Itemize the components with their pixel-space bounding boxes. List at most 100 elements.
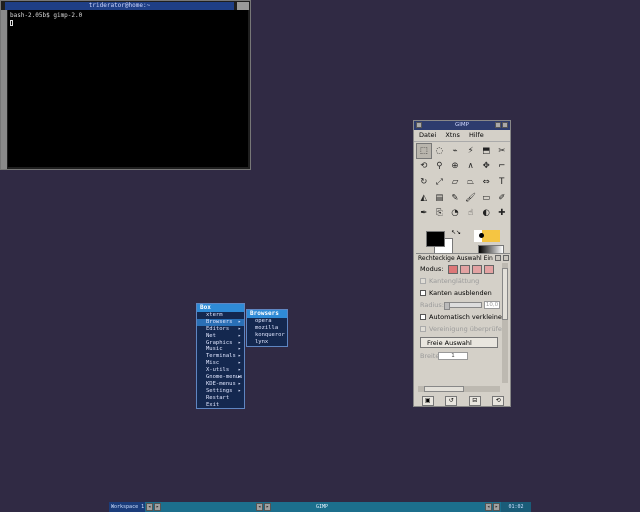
shear-icon[interactable]: ▱ — [447, 174, 463, 190]
paintbrush-icon[interactable]: 🖌 — [463, 190, 479, 206]
color-select-icon[interactable]: ⬒ — [478, 143, 494, 159]
menu-item-browsers[interactable]: Browsers ▸ — [197, 318, 244, 326]
blend-icon[interactable]: ▤ — [432, 190, 448, 206]
menu-item-settings[interactable]: Settings ▸ — [197, 388, 244, 395]
scale-icon[interactable]: ⤢ — [432, 174, 448, 190]
move-icon[interactable]: ✥ — [478, 159, 494, 175]
feather-checkbox[interactable] — [420, 290, 426, 296]
radius-spinbox[interactable]: 10,0 — [484, 301, 500, 309]
ink-icon[interactable]: ✒ — [416, 205, 432, 221]
menu-datei[interactable]: Datei — [419, 131, 436, 139]
scroll-thumb[interactable] — [424, 386, 464, 392]
next-workspace-icon[interactable]: ▸ — [154, 503, 161, 511]
rotate-icon[interactable]: ↻ — [416, 174, 432, 190]
menu-item-gnome-menus[interactable]: Gnome-menus ▸ — [197, 374, 244, 381]
menu-hilfe[interactable]: Hilfe — [469, 131, 484, 139]
mode-intersect-button[interactable] — [483, 264, 494, 274]
ellipse-select-icon[interactable]: ◌ — [432, 143, 448, 159]
brush-preview[interactable] — [479, 233, 484, 238]
window-menu-icon[interactable] — [416, 122, 422, 128]
next-task-icon[interactable]: ▸ — [264, 503, 271, 511]
submenu-item-lynx[interactable]: lynx — [247, 339, 287, 346]
measure-icon[interactable]: ∧ — [463, 159, 479, 175]
next-window-icon[interactable]: ▸ — [493, 503, 500, 511]
terminal-scrollbar[interactable] — [1, 10, 7, 169]
taskbar-task-gimp[interactable]: GIMP — [272, 502, 372, 512]
menu-item-exit[interactable]: Exit — [197, 402, 244, 409]
prev-workspace-icon[interactable]: ◂ — [146, 503, 153, 511]
swap-colors-icon[interactable]: ↖↘ — [451, 229, 461, 236]
submenu-item-konqueror[interactable]: konqueror — [247, 332, 287, 339]
mode-add-button[interactable] — [459, 264, 470, 274]
clone-icon[interactable]: ⎘ — [432, 205, 448, 221]
menu-item-label: Editors — [206, 325, 230, 332]
zoom-icon[interactable]: ⊕ — [447, 159, 463, 175]
color-picker-icon[interactable]: ⚲ — [432, 159, 448, 175]
heal-icon[interactable]: ✚ — [494, 205, 510, 221]
foreground-color-swatch[interactable] — [426, 231, 445, 247]
terminal-title: triderator@home:~ — [5, 2, 234, 10]
workspace-label[interactable]: Workspace 1 — [109, 502, 145, 512]
menu-item-label: Settings — [206, 387, 233, 394]
radius-slider[interactable] — [444, 302, 482, 310]
eraser-icon[interactable]: ▭ — [478, 190, 494, 206]
menu-item-misc[interactable]: Misc ▸ — [197, 360, 244, 367]
width-spinbox[interactable]: 1 — [438, 352, 468, 360]
terminal-body[interactable]: bash-2.05b$ gimp-2.0 — [8, 10, 248, 167]
menu-xtns[interactable]: Xtns — [445, 131, 460, 139]
smudge-icon[interactable]: ☝ — [463, 205, 479, 221]
auto-shrink-checkbox[interactable] — [420, 314, 426, 320]
menu-item-music[interactable]: Music ▸ — [197, 346, 244, 353]
lasso-icon[interactable]: ⌁ — [447, 143, 463, 159]
minimize-icon[interactable] — [495, 122, 501, 128]
clock: 01:02 — [501, 502, 531, 512]
close-icon[interactable] — [237, 2, 249, 10]
reset-options-button[interactable]: ⟲ — [492, 396, 505, 406]
mode-replace-button[interactable] — [447, 264, 458, 274]
slider-knob[interactable] — [444, 302, 450, 310]
text-icon[interactable]: T — [494, 174, 510, 190]
submenu-item-opera[interactable]: opera — [247, 318, 287, 325]
tab-menu-icon[interactable] — [495, 255, 501, 261]
paths-icon[interactable]: ⟲ — [416, 159, 432, 175]
mode-subtract-button[interactable] — [471, 264, 482, 274]
scissors-icon[interactable]: ✂ — [494, 143, 510, 159]
close-icon[interactable] — [502, 122, 508, 128]
merge-visible-checkbox[interactable] — [420, 326, 426, 332]
save-options-button[interactable]: ▣ — [421, 396, 434, 406]
antialias-checkbox[interactable] — [420, 278, 426, 284]
restore-options-button[interactable]: ↺ — [445, 396, 458, 406]
dodge-burn-icon[interactable]: ◐ — [478, 205, 494, 221]
delete-options-button[interactable]: ⊟ — [468, 396, 481, 406]
perspective-icon[interactable]: ⏢ — [463, 174, 479, 190]
rect-select-icon[interactable]: ⬚ — [416, 143, 432, 159]
pattern-preview[interactable] — [474, 230, 500, 242]
options-vertical-scrollbar[interactable] — [502, 263, 508, 383]
convolve-icon[interactable]: ◔ — [447, 205, 463, 221]
menu-item-kde-menus[interactable]: KDE-menus ▸ — [197, 381, 244, 388]
free-select-dropdown[interactable]: Freie Auswahl — [420, 337, 498, 348]
flip-icon[interactable]: ⇔ — [478, 174, 494, 190]
submenu-item-mozilla[interactable]: mozilla — [247, 325, 287, 332]
gimp-menubar: Datei Xtns Hilfe — [414, 130, 510, 142]
menu-item-net[interactable]: Net ▸ — [197, 333, 244, 340]
scroll-thumb[interactable] — [502, 268, 508, 320]
bucket-fill-icon[interactable]: ◭ — [416, 190, 432, 206]
menu-item-x-utils[interactable]: X-utils ▸ — [197, 367, 244, 374]
airbrush-icon[interactable]: ✐ — [494, 190, 510, 206]
crop-icon[interactable]: ⌐ — [494, 159, 510, 175]
tool-grid: ⬚ ◌ ⌁ ⚡ ⬒ ✂ ⟲ ⚲ ⊕ ∧ ✥ ⌐ ↻ ⤢ ▱ ⏢ ⇔ T ◭ ▤ ✎ 🖌 ▭ ✐ ✒ ⎘ ◔ ☝ ◐ ✚ — [416, 143, 510, 221]
terminal-window[interactable]: triderator@home:~ bash-2.05b$ gimp-2.0 — [0, 0, 251, 170]
pencil-icon[interactable]: ✎ — [447, 190, 463, 206]
auto-shrink-row: Automatisch verkleiner — [416, 311, 510, 323]
close-tab-icon[interactable] — [503, 255, 509, 261]
menu-item-graphics[interactable]: Graphics ▸ — [197, 340, 244, 347]
menu-item-restart[interactable]: Restart — [197, 395, 244, 402]
menu-item-terminals[interactable]: Terminals ▸ — [197, 353, 244, 360]
menu-item-editors[interactable]: Editors ▸ — [197, 326, 244, 333]
prev-window-icon[interactable]: ◂ — [485, 503, 492, 511]
menu-item-xterm[interactable]: xterm — [197, 312, 244, 319]
fuzzy-select-icon[interactable]: ⚡ — [463, 143, 479, 159]
prev-task-icon[interactable]: ◂ — [256, 503, 263, 511]
options-horizontal-scrollbar[interactable] — [418, 386, 500, 392]
